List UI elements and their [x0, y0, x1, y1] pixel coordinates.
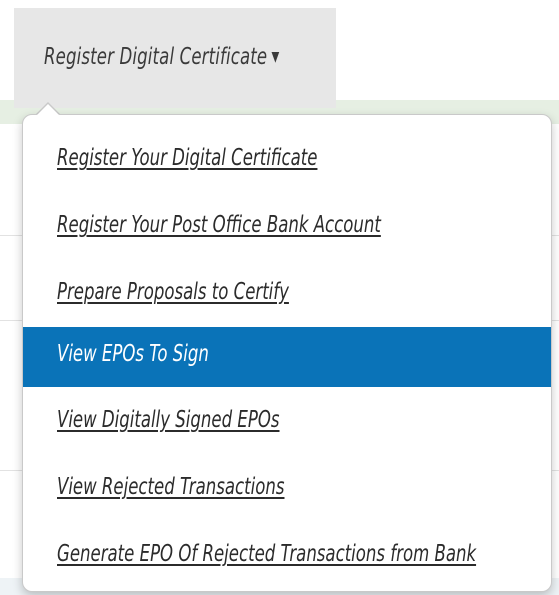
nav-tab-register-digital-certificate[interactable]: Register Digital Certificate ▼: [14, 8, 336, 108]
dropdown-pointer-fill: [37, 104, 59, 115]
menu-item-label: Register Your Post Office Bank Account: [57, 212, 381, 238]
menu-item-label: View Rejected Transactions: [57, 474, 285, 500]
menu-item-register-post-office-bank-account[interactable]: Register Your Post Office Bank Account: [23, 200, 551, 256]
menu-item-view-epos-to-sign[interactable]: View EPOs To Sign: [23, 327, 551, 387]
menu-item-register-digital-certificate[interactable]: Register Your Digital Certificate: [23, 133, 551, 189]
nav-tab-label: Register Digital Certificate ▼: [44, 44, 279, 70]
nav-tab-text: Register Digital Certificate: [44, 44, 268, 70]
menu-item-view-digitally-signed-epos[interactable]: View Digitally Signed EPOs: [23, 395, 551, 451]
menu-item-label: Register Your Digital Certificate: [57, 145, 318, 171]
caret-down-icon: ▼: [271, 49, 280, 65]
menu-item-label: View Digitally Signed EPOs: [57, 407, 280, 433]
menu-item-view-rejected-transactions[interactable]: View Rejected Transactions: [23, 462, 551, 518]
menu-item-label: Prepare Proposals to Certify: [57, 279, 289, 305]
dropdown-menu: Register Your Digital Certificate Regist…: [22, 114, 552, 592]
menu-item-label: View EPOs To Sign: [57, 341, 209, 367]
menu-item-prepare-proposals[interactable]: Prepare Proposals to Certify: [23, 267, 551, 323]
menu-item-generate-epo-rejected[interactable]: Generate EPO Of Rejected Transactions fr…: [23, 529, 551, 585]
menu-item-label: Generate EPO Of Rejected Transactions fr…: [57, 541, 477, 567]
